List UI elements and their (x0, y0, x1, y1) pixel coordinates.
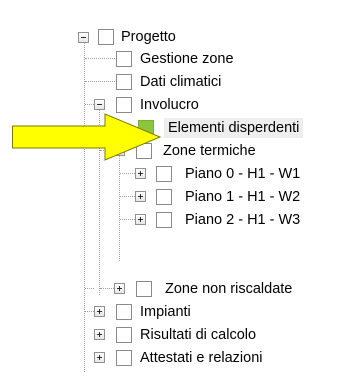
tree-item-impianti[interactable]: Impianti (0, 301, 349, 323)
expand-toggle[interactable] (94, 352, 105, 363)
checkbox[interactable] (116, 74, 132, 90)
tree-item-label: Progetto (121, 29, 176, 45)
checkbox[interactable] (136, 281, 152, 297)
tree-item-gestione-zone[interactable]: Gestione zone (0, 48, 349, 70)
checkbox[interactable] (98, 29, 114, 45)
tree-item-label: Risultati di calcolo (140, 327, 257, 343)
right-arrow-icon (12, 113, 162, 161)
checkbox[interactable] (116, 51, 132, 67)
collapse-toggle[interactable] (78, 32, 89, 43)
tree-item-label: Piano 0 - H1 - W1 (185, 166, 301, 182)
checkbox[interactable] (156, 212, 172, 228)
tree-item-progetto[interactable]: Progetto (0, 26, 349, 48)
tree-item-dati-climatici[interactable]: Dati climatici (0, 71, 349, 93)
tree-item-label: Impianti (140, 304, 191, 320)
expand-toggle[interactable] (94, 329, 105, 340)
tree-item-label: Gestione zone (140, 51, 234, 67)
checkbox[interactable] (116, 304, 132, 320)
tree-item-attestati-e-relazioni[interactable]: Attestati e relazioni (0, 347, 349, 369)
expand-toggle[interactable] (135, 168, 146, 179)
tree-item-piano-2[interactable]: Piano 2 - H1 - W3 (0, 209, 349, 231)
tree-item-label: Zone non riscaldate (165, 281, 293, 297)
expand-toggle[interactable] (94, 306, 105, 317)
project-tree: Progetto Gestione zone Dati climatici In… (0, 0, 349, 383)
tree-item-piano-0[interactable]: Piano 0 - H1 - W1 (0, 163, 349, 185)
tree-item-label: Piano 1 - H1 - W2 (185, 189, 301, 205)
expand-toggle[interactable] (135, 214, 146, 225)
checkbox[interactable] (116, 97, 132, 113)
checkbox[interactable] (156, 189, 172, 205)
expand-toggle[interactable] (114, 283, 125, 294)
tree-item-label: Piano 2 - H1 - W3 (185, 212, 301, 228)
tree-item-label: Elementi disperdenti (164, 118, 304, 138)
checkbox[interactable] (116, 350, 132, 366)
checkbox[interactable] (116, 327, 132, 343)
checkbox[interactable] (156, 166, 172, 182)
tree-item-label: Dati climatici (140, 74, 222, 90)
tree-item-piano-1[interactable]: Piano 1 - H1 - W2 (0, 186, 349, 208)
tree-item-zone-non-riscaldate[interactable]: Zone non riscaldate (0, 278, 349, 300)
tree-item-risultati-di-calcolo[interactable]: Risultati di calcolo (0, 324, 349, 346)
collapse-toggle[interactable] (94, 99, 105, 110)
tree-item-label: Involucro (140, 97, 199, 113)
tree-item-label: Zone termiche (163, 143, 256, 159)
tree-item-label: Attestati e relazioni (140, 350, 263, 366)
expand-toggle[interactable] (135, 191, 146, 202)
